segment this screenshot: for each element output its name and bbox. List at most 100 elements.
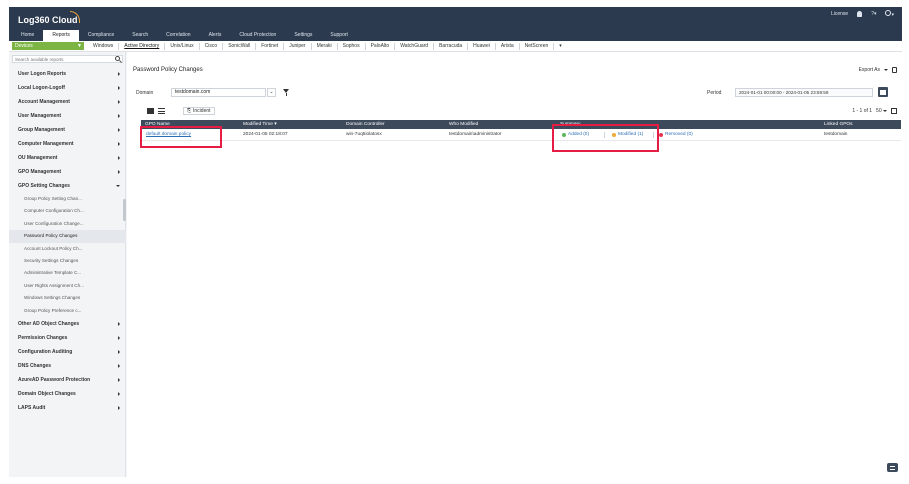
chevron-right-icon xyxy=(118,391,120,396)
sidebar-subitem-user-rights-assignment-changes[interactable]: User Rights Assignment Ch... xyxy=(9,280,126,292)
logo-text: Log360 Cloud xyxy=(18,15,78,25)
grid-view-icon[interactable] xyxy=(147,108,154,114)
sidebar-item-gpo-management[interactable]: GPO Management xyxy=(9,165,126,179)
report-search xyxy=(12,55,123,63)
vendor-sophos[interactable]: Sophos xyxy=(338,43,366,50)
sidebar-item-gpo-setting-changes[interactable]: GPO Setting Changes xyxy=(9,179,126,193)
filter-icon[interactable] xyxy=(283,89,289,96)
chevron-right-icon xyxy=(118,142,120,146)
pdf-icon[interactable] xyxy=(892,67,897,73)
vendor-juniper[interactable]: Juniper xyxy=(284,43,312,50)
summary-removed-label: Removed (0) xyxy=(665,132,693,137)
sidebar-item-label: User Logon Reports xyxy=(18,71,67,77)
who-modified-cell: testdomain\administrator xyxy=(449,132,502,137)
tab-settings[interactable]: Settings xyxy=(285,30,321,41)
tab-home[interactable]: Home xyxy=(12,30,43,41)
vendor-bar: Devices ▼ Windows Active Directory Unix/… xyxy=(9,41,902,52)
chevron-right-icon xyxy=(118,405,120,410)
report-search-input[interactable] xyxy=(13,56,108,62)
report-table: GPO Name Modified Time ▾ Domain Controll… xyxy=(141,120,901,141)
sidebar-item-group-management[interactable]: Group Management xyxy=(9,123,126,137)
col-modified-time[interactable]: Modified Time ▾ xyxy=(243,120,277,129)
sidebar-item-label: Permission Changes xyxy=(18,334,68,341)
sidebar-item-computer-management[interactable]: Computer Management xyxy=(9,137,126,151)
sidebar-item-azuread-password-protection[interactable]: AzureAD Password Protection xyxy=(9,373,126,387)
page-size-select[interactable]: 50 xyxy=(876,108,887,114)
bell-icon[interactable] xyxy=(857,11,863,17)
sidebar-subitem-security-settings-changes[interactable]: Security Settings Changes xyxy=(9,255,126,267)
tab-correlation[interactable]: Correlation xyxy=(157,30,199,41)
vendor-active-directory[interactable]: Active Directory xyxy=(119,43,166,50)
domain-select[interactable]: testdomain.com xyxy=(171,88,266,97)
sidebar-item-ou-management[interactable]: OU Management xyxy=(9,151,126,165)
vendor-huawei[interactable]: Huawei xyxy=(468,43,496,50)
tab-alerts[interactable]: Alerts xyxy=(200,30,231,41)
sidebar-subitem-computer-configuration-changes[interactable]: Computer Configuration Ch... xyxy=(9,205,126,217)
logo-swoosh-icon xyxy=(70,11,80,23)
sidebar-subitem-password-policy-changes[interactable]: Password Policy Changes xyxy=(9,230,126,243)
sidebar-item-user-management[interactable]: User Management xyxy=(9,109,126,123)
vendor-sonicwall[interactable]: SonicWall xyxy=(223,43,257,50)
vendor-netscreen[interactable]: NetScreen xyxy=(520,43,555,50)
sidebar-scrollbar[interactable] xyxy=(123,199,126,221)
vendor-arista[interactable]: Arista xyxy=(496,43,520,50)
sidebar-item-laps-audit[interactable]: LAPS Audit xyxy=(9,401,126,415)
license-link[interactable]: License xyxy=(831,11,848,17)
column-chooser-icon[interactable] xyxy=(891,108,897,114)
sidebar-item-other-ad-object-changes[interactable]: Other AD Object Changes xyxy=(9,317,126,331)
sidebar-item-local-logon-logoff[interactable]: Local Logon-Logoff xyxy=(9,81,126,95)
sidebar-subitem-group-policy-setting-changes[interactable]: Group Policy Setting Chan... xyxy=(9,193,126,205)
calendar-icon[interactable] xyxy=(878,87,888,97)
col-linked-gpos[interactable]: Linked GPOs xyxy=(824,120,853,129)
tab-reports[interactable]: Reports xyxy=(43,30,79,41)
sidebar-item-dns-changes[interactable]: DNS Changes xyxy=(9,359,126,373)
sidebar-item-label: GPO Management xyxy=(18,169,62,175)
chevron-down-icon: ▼ xyxy=(77,43,82,49)
domain-chevron-down-icon[interactable]: ⌄ xyxy=(267,88,276,97)
sidebar-item-user-logon-reports[interactable]: User Logon Reports xyxy=(9,67,126,81)
sidebar-subitem-windows-settings-changes[interactable]: Windows Settings Changes xyxy=(9,292,126,304)
user-menu[interactable]: ▾ xyxy=(885,10,894,18)
sidebar-subitem-user-configuration-changes[interactable]: User Configuration Change... xyxy=(9,218,126,230)
chevron-right-icon xyxy=(118,321,120,326)
vendor-watchguard[interactable]: WatchGuard xyxy=(395,43,435,50)
sidebar-item-permission-changes[interactable]: Permission Changes xyxy=(9,331,126,345)
sidebar-item-configuration-auditing[interactable]: Configuration Auditing xyxy=(9,345,126,359)
sidebar-subitem-group-policy-preference-changes[interactable]: Group Policy Preference c... xyxy=(9,305,126,317)
table-row: default domain policy 2024-01-05 02:18:0… xyxy=(141,129,901,141)
vendor-windows[interactable]: Windows xyxy=(88,43,120,50)
caret-down-icon xyxy=(884,69,888,71)
sidebar-subitem-account-lockout-policy-changes[interactable]: Account Lockout Policy Ch... xyxy=(9,243,126,255)
sidebar-subitem-administrative-template-changes[interactable]: Administrative Template C... xyxy=(9,267,126,279)
sidebar-list: User Logon Reports Local Logon-Logoff Ac… xyxy=(9,67,126,415)
summary-removed-link[interactable]: Removed (0) xyxy=(659,129,693,141)
vendor-more-dropdown[interactable]: ▾ xyxy=(554,43,567,50)
export-as-menu[interactable]: Export As xyxy=(859,67,897,73)
chat-icon[interactable] xyxy=(887,463,898,472)
top-right-controls: License ?▾ ▾ xyxy=(831,10,894,18)
tab-cloud-protection[interactable]: Cloud Protection xyxy=(230,30,285,41)
vendor-barracuda[interactable]: Barracuda xyxy=(434,43,469,50)
tab-compliance[interactable]: Compliance xyxy=(79,30,123,41)
sidebar-item-account-management[interactable]: Account Management xyxy=(9,95,126,109)
period-input[interactable]: 2024-01-01 00:00:00 - 2024-01-05 23:59:5… xyxy=(735,88,873,97)
sidebar-item-domain-object-changes[interactable]: Domain Object Changes xyxy=(9,387,126,401)
vendor-meraki[interactable]: Meraki xyxy=(312,43,338,50)
app-logo[interactable]: Log360 Cloud xyxy=(18,11,80,25)
vendor-paloalto[interactable]: PaloAlto xyxy=(366,43,396,50)
incident-button[interactable]: ⎘ Incident xyxy=(183,107,215,115)
tab-support[interactable]: Support xyxy=(321,30,357,41)
col-who-modified[interactable]: Who Modified xyxy=(449,120,478,129)
vendor-cisco[interactable]: Cisco xyxy=(200,43,224,50)
search-icon[interactable] xyxy=(115,56,120,61)
vendor-unix-linux[interactable]: Unix/Linux xyxy=(165,43,200,50)
sidebar-item-label: DNS Changes xyxy=(18,362,52,369)
list-view-icon[interactable] xyxy=(158,108,165,114)
chevron-right-icon xyxy=(118,363,120,368)
help-menu[interactable]: ?▾ xyxy=(871,11,876,17)
col-modified-time-label: Modified Time xyxy=(243,122,273,127)
devices-select[interactable]: Devices ▼ xyxy=(12,42,84,50)
vendor-fortinet[interactable]: Fortinet xyxy=(256,43,285,50)
col-domain-controller[interactable]: Domain Controller xyxy=(346,120,385,129)
tab-search[interactable]: Search xyxy=(123,30,157,41)
